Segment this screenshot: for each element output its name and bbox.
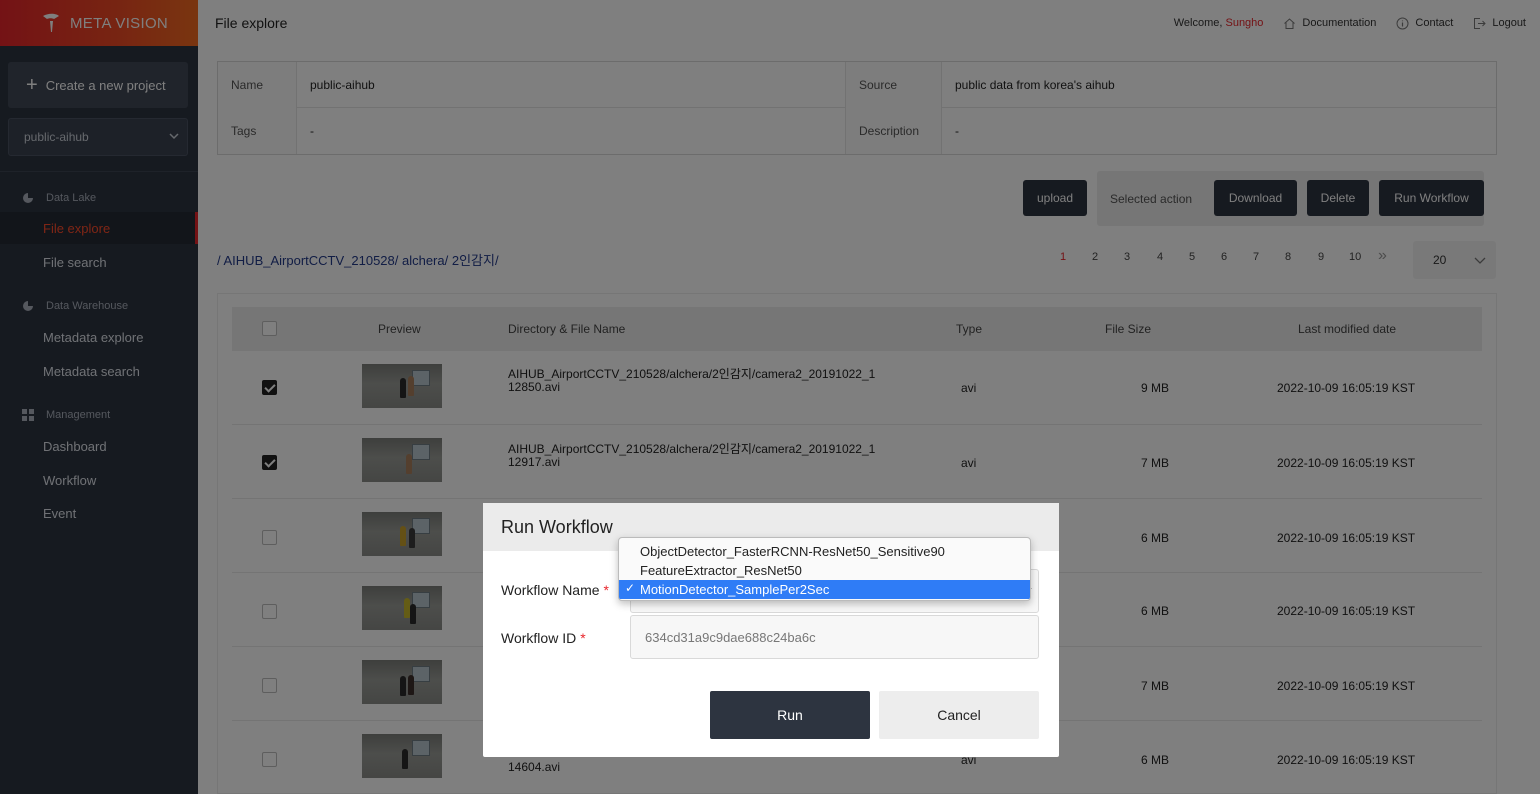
required-mark: * <box>603 582 609 598</box>
option-label: MotionDetector_SamplePer2Sec <box>640 582 830 597</box>
workflow-name-dropdown: ObjectDetector_FasterRCNN-ResNet50_Sensi… <box>618 537 1031 601</box>
option-label: FeatureExtractor_ResNet50 <box>640 563 802 578</box>
option-label: ObjectDetector_FasterRCNN-ResNet50_Sensi… <box>640 544 945 559</box>
dropdown-option[interactable]: ObjectDetector_FasterRCNN-ResNet50_Sensi… <box>619 542 1030 561</box>
workflow-id-label: Workflow ID * <box>501 630 586 646</box>
workflow-name-label: Workflow Name * <box>501 582 609 598</box>
dropdown-option[interactable]: FeatureExtractor_ResNet50 <box>619 561 1030 580</box>
run-button[interactable]: Run <box>710 691 870 739</box>
workflow-id-field[interactable]: 634cd31a9c9dae688c24ba6c <box>630 615 1039 659</box>
required-mark: * <box>580 630 586 646</box>
workflow-id-label-text: Workflow ID <box>501 630 577 646</box>
dropdown-option-selected[interactable]: ✓ MotionDetector_SamplePer2Sec <box>619 580 1030 599</box>
workflow-id-value: 634cd31a9c9dae688c24ba6c <box>645 629 816 645</box>
checkmark-icon: ✓ <box>625 581 636 595</box>
cancel-button[interactable]: Cancel <box>879 691 1039 739</box>
workflow-name-label-text: Workflow Name <box>501 582 600 598</box>
